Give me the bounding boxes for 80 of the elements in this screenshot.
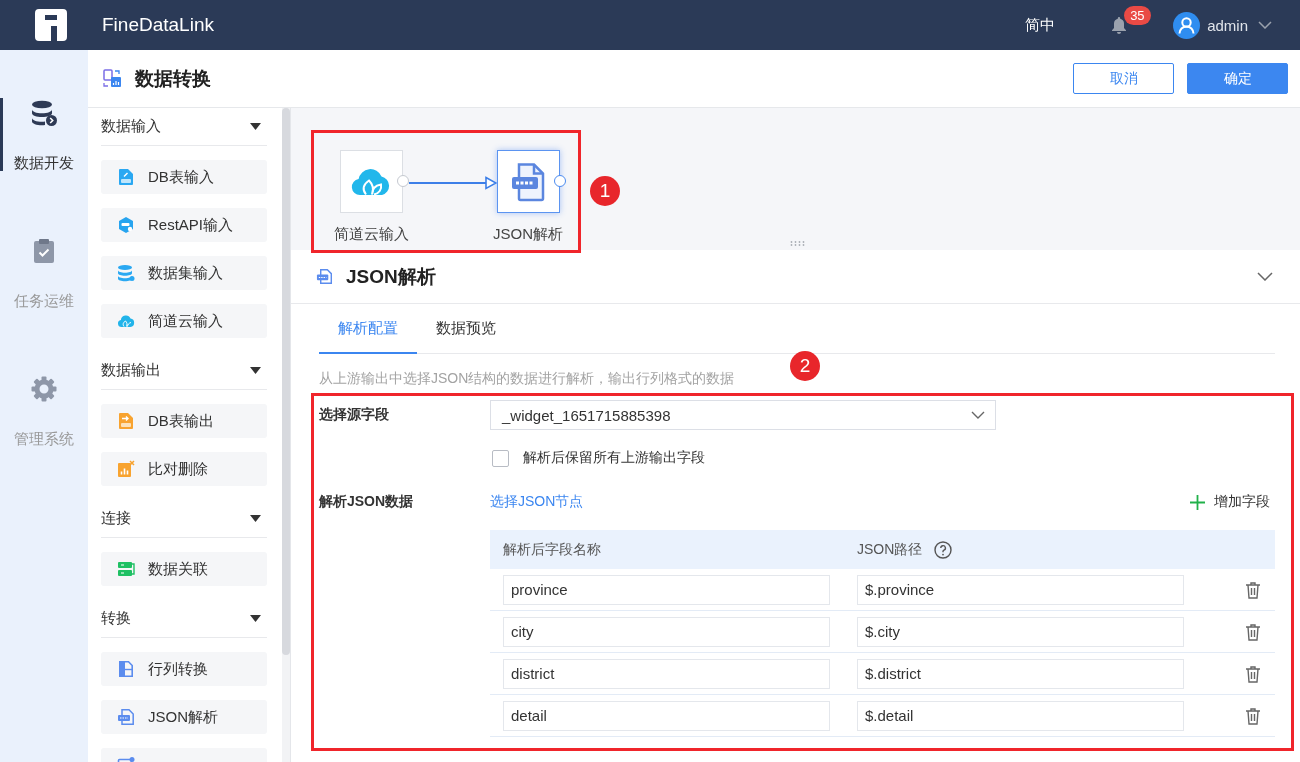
node-label: 简道云输入 bbox=[333, 225, 409, 244]
json-file-icon bbox=[510, 161, 546, 202]
language-menu[interactable]: 简中 bbox=[1025, 15, 1056, 35]
app-name: FineDataLink bbox=[102, 14, 214, 36]
nav-item[interactable]: 数据开发 bbox=[0, 98, 88, 171]
palette-item[interactable]: 数据关联 bbox=[101, 552, 267, 586]
field-name-input[interactable]: detail bbox=[503, 700, 830, 731]
help-icon[interactable] bbox=[934, 540, 953, 559]
chevron-down-icon[interactable] bbox=[1258, 21, 1272, 29]
field-name-input[interactable]: province bbox=[503, 574, 830, 605]
panel-title: JSON解析 bbox=[346, 264, 436, 289]
resize-handle-icon[interactable] bbox=[790, 241, 805, 246]
field-label: 选择源字段 bbox=[319, 406, 390, 424]
field-label: 解析JSON数据 bbox=[319, 493, 415, 511]
node-label: JSON解析 bbox=[493, 225, 563, 244]
confirm-button[interactable]: 确定 bbox=[1187, 63, 1288, 94]
scroll-thumb[interactable] bbox=[282, 108, 290, 655]
hexagon-icon bbox=[117, 216, 135, 234]
cancel-button[interactable]: 取消 bbox=[1073, 63, 1174, 94]
palette-item[interactable]: 行列转换 bbox=[101, 652, 267, 686]
json-path-input[interactable]: $.district bbox=[857, 658, 1184, 689]
user-name[interactable]: admin bbox=[1207, 16, 1248, 34]
join-icon bbox=[117, 560, 135, 578]
tab[interactable]: 解析配置 bbox=[319, 304, 417, 354]
tab[interactable]: 数据预览 bbox=[417, 304, 515, 354]
select-node-link[interactable]: 选择JSON节点 bbox=[490, 493, 584, 511]
file-icon bbox=[117, 168, 135, 186]
source-field-select[interactable]: _widget_1651715885398 bbox=[490, 400, 996, 430]
description-text: 从上游输出中选择JSON结构的数据进行解析，输出行列格式的数据 bbox=[319, 369, 736, 388]
notification-badge: 35 bbox=[1124, 6, 1151, 25]
field-name-input[interactable]: district bbox=[503, 658, 830, 689]
trash-icon[interactable] bbox=[1245, 664, 1261, 683]
database-icon bbox=[31, 100, 57, 126]
section-title: 数据输入 bbox=[101, 117, 161, 136]
logo-icon[interactable] bbox=[34, 8, 68, 42]
caret-down-icon[interactable] bbox=[250, 367, 261, 374]
database-icon bbox=[117, 264, 135, 282]
caret-down-icon[interactable] bbox=[250, 615, 261, 622]
gear-icon bbox=[31, 376, 57, 402]
json-path-input[interactable]: $.city bbox=[857, 616, 1184, 647]
cloud-icon bbox=[117, 312, 135, 330]
transform-icon bbox=[103, 69, 122, 88]
palette-item[interactable]: 比对删除 bbox=[101, 452, 267, 486]
column-header: 解析后字段名称 bbox=[503, 540, 602, 559]
caret-down-icon[interactable] bbox=[250, 123, 261, 130]
plus-icon bbox=[1190, 494, 1205, 510]
trash-icon[interactable] bbox=[1245, 622, 1261, 641]
trash-icon[interactable] bbox=[1245, 706, 1261, 725]
caret-down-icon[interactable] bbox=[250, 515, 261, 522]
palette-item[interactable]: JSON解析 bbox=[101, 700, 267, 734]
section-title: 连接 bbox=[101, 509, 131, 528]
palette-item[interactable]: 简道云输入 bbox=[101, 304, 267, 338]
column-header: JSON路径 bbox=[857, 540, 923, 559]
field-name-input[interactable]: city bbox=[503, 616, 830, 647]
section-title: 转换 bbox=[101, 609, 131, 628]
checkbox[interactable] bbox=[492, 449, 509, 467]
flow-node[interactable] bbox=[496, 150, 560, 213]
bell-icon[interactable] bbox=[1111, 16, 1128, 34]
document-icon bbox=[117, 660, 135, 678]
clipboard-icon bbox=[31, 238, 57, 264]
add-field-button[interactable]: 增加字段 bbox=[1190, 493, 1270, 511]
section-title: 数据输出 bbox=[101, 361, 161, 380]
file-export-icon bbox=[117, 412, 135, 430]
avatar-icon[interactable] bbox=[1173, 11, 1201, 39]
json-path-input[interactable]: $.detail bbox=[857, 700, 1184, 731]
palette-item[interactable]: DB表输出 bbox=[101, 404, 267, 438]
connector-arrow[interactable] bbox=[409, 176, 497, 190]
chevron-down-icon[interactable] bbox=[1257, 272, 1273, 281]
chart-icon bbox=[117, 460, 135, 478]
json-file-icon bbox=[316, 268, 333, 285]
page-title: 数据转换 bbox=[135, 66, 211, 91]
checkbox-label[interactable]: 解析后保留所有上游输出字段 bbox=[523, 449, 705, 467]
trash-icon[interactable] bbox=[1245, 580, 1261, 599]
json-file-icon bbox=[117, 708, 135, 726]
json-path-input[interactable]: $.province bbox=[857, 574, 1184, 605]
chevron-down-icon bbox=[971, 411, 985, 419]
palette-item[interactable]: DB表输入 bbox=[101, 160, 267, 194]
palette-item[interactable]: 数据集输入 bbox=[101, 256, 267, 290]
palette-item[interactable]: RestAPI输入 bbox=[101, 208, 267, 242]
cloud-icon bbox=[350, 166, 392, 197]
